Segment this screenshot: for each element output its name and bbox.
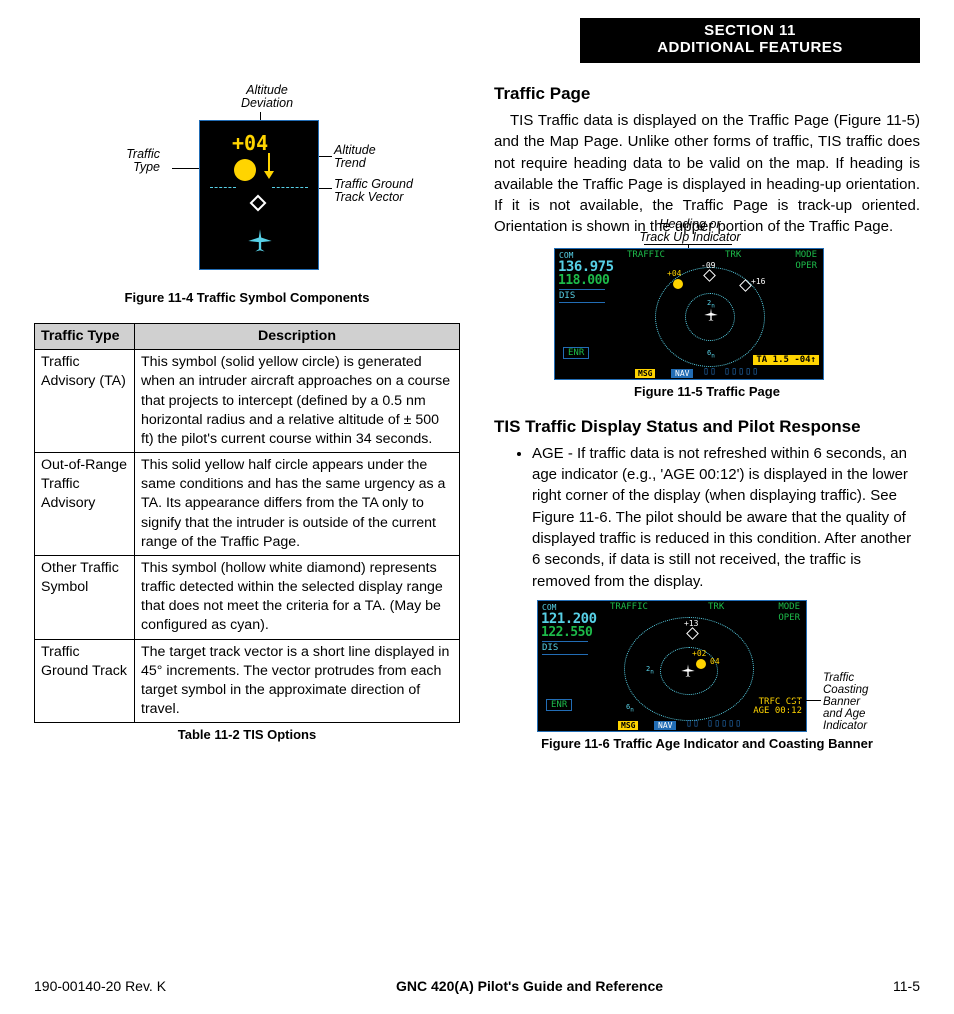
lbl-traffic: TRAFFIC <box>627 250 665 260</box>
figure-11-6: COM 121.200 122.550 DIS ENR TRAFFIC TRK … <box>537 600 877 732</box>
annot-heading-trackup: Heading orTrack Up Indicator <box>630 218 750 244</box>
page-footer: 190-00140-20 Rev. K GNC 420(A) Pilot's G… <box>34 978 920 994</box>
tis-options-table: Traffic Type Description Traffic Advisor… <box>34 323 460 723</box>
annot-alt-dev: AltitudeDeviation <box>232 84 302 110</box>
heading-tis-status: TIS Traffic Display Status and Pilot Res… <box>494 417 920 437</box>
freq-standby: 118.000 <box>558 273 609 288</box>
msg-annunciator: MSG <box>635 369 655 378</box>
freq-standby: 122.550 <box>541 625 592 640</box>
th-description: Description <box>135 324 460 350</box>
table-11-2-caption: Table 11-2 TIS Options <box>34 727 460 742</box>
ownship-icon <box>680 663 696 682</box>
annot-alt-trend: AltitudeTrend <box>334 144 404 170</box>
page-dots-icon: ▯▯ ▯▯▯▯▯ <box>703 366 759 377</box>
lbl-mode: MODE <box>795 250 817 260</box>
footer-title: GNC 420(A) Pilot's Guide and Reference <box>396 978 663 994</box>
enr-label: ENR <box>546 699 572 711</box>
footer-page-number: 11-5 <box>893 978 920 994</box>
lbl-trk: TRK <box>725 250 741 260</box>
annot-coasting-banner: TrafficCoastingBannerand AgeIndicator <box>823 672 893 732</box>
right-column: Traffic Page TIS Traffic data is display… <box>494 84 920 769</box>
traffic-age-display: COM 121.200 122.550 DIS ENR TRAFFIC TRK … <box>537 600 807 732</box>
left-column: AltitudeDeviation TrafficType AltitudeTr… <box>34 84 460 769</box>
footer-revision: 190-00140-20 Rev. K <box>34 978 166 994</box>
bullet-age: AGE - If traffic data is not refreshed w… <box>532 443 920 592</box>
figure-11-4: AltitudeDeviation TrafficType AltitudeTr… <box>34 84 460 284</box>
section-line2: ADDITIONAL FEATURES <box>580 39 920 56</box>
section-line1: SECTION 11 <box>580 22 920 39</box>
table-row: Traffic Advisory (TA)This symbol (solid … <box>35 350 460 453</box>
enr-label: ENR <box>563 347 589 359</box>
ownship-icon <box>703 307 719 326</box>
ta-banner: TA 1.5 -04↑ <box>753 355 819 365</box>
traffic-advisory-icon <box>234 159 256 181</box>
figure-11-6-caption: Figure 11-6 Traffic Age Indicator and Co… <box>494 736 920 751</box>
section-banner: SECTION 11 ADDITIONAL FEATURES <box>580 18 920 63</box>
annot-traffic-type: TrafficType <box>100 148 160 174</box>
dis-label: DIS <box>542 641 588 655</box>
table-row: Traffic Ground TrackThe target track vec… <box>35 639 460 723</box>
table-row: Other Traffic SymbolThis symbol (hollow … <box>35 555 460 639</box>
page-dots-icon: ▯▯ ▯▯▯▯▯ <box>686 718 742 729</box>
dis-label: DIS <box>559 289 605 303</box>
th-traffic-type: Traffic Type <box>35 324 135 350</box>
nav-label: NAV <box>671 369 693 378</box>
figure-11-4-caption: Figure 11-4 Traffic Symbol Components <box>34 290 460 305</box>
ta-target-icon <box>673 279 683 289</box>
ta-target-icon <box>696 659 706 669</box>
annot-ground-track: Traffic GroundTrack Vector <box>334 178 434 204</box>
figure-11-5: Heading orTrack Up Indicator COM 136.975… <box>554 248 854 380</box>
table-row: Out-of-Range Traffic AdvisoryThis solid … <box>35 453 460 556</box>
traffic-page-display: COM 136.975 118.000 DIS ENR TRAFFIC TRK … <box>554 248 824 380</box>
other-traffic-icon <box>250 195 267 212</box>
ownship-icon <box>246 227 274 255</box>
altitude-deviation-value: +04 <box>232 131 268 155</box>
traffic-symbol-display: +04 <box>199 120 319 270</box>
figure-11-5-caption: Figure 11-5 Traffic Page <box>494 384 920 399</box>
altitude-trend-arrow-icon <box>262 153 276 181</box>
lbl-oper: OPER <box>795 261 817 271</box>
heading-traffic-page: Traffic Page <box>494 84 920 104</box>
